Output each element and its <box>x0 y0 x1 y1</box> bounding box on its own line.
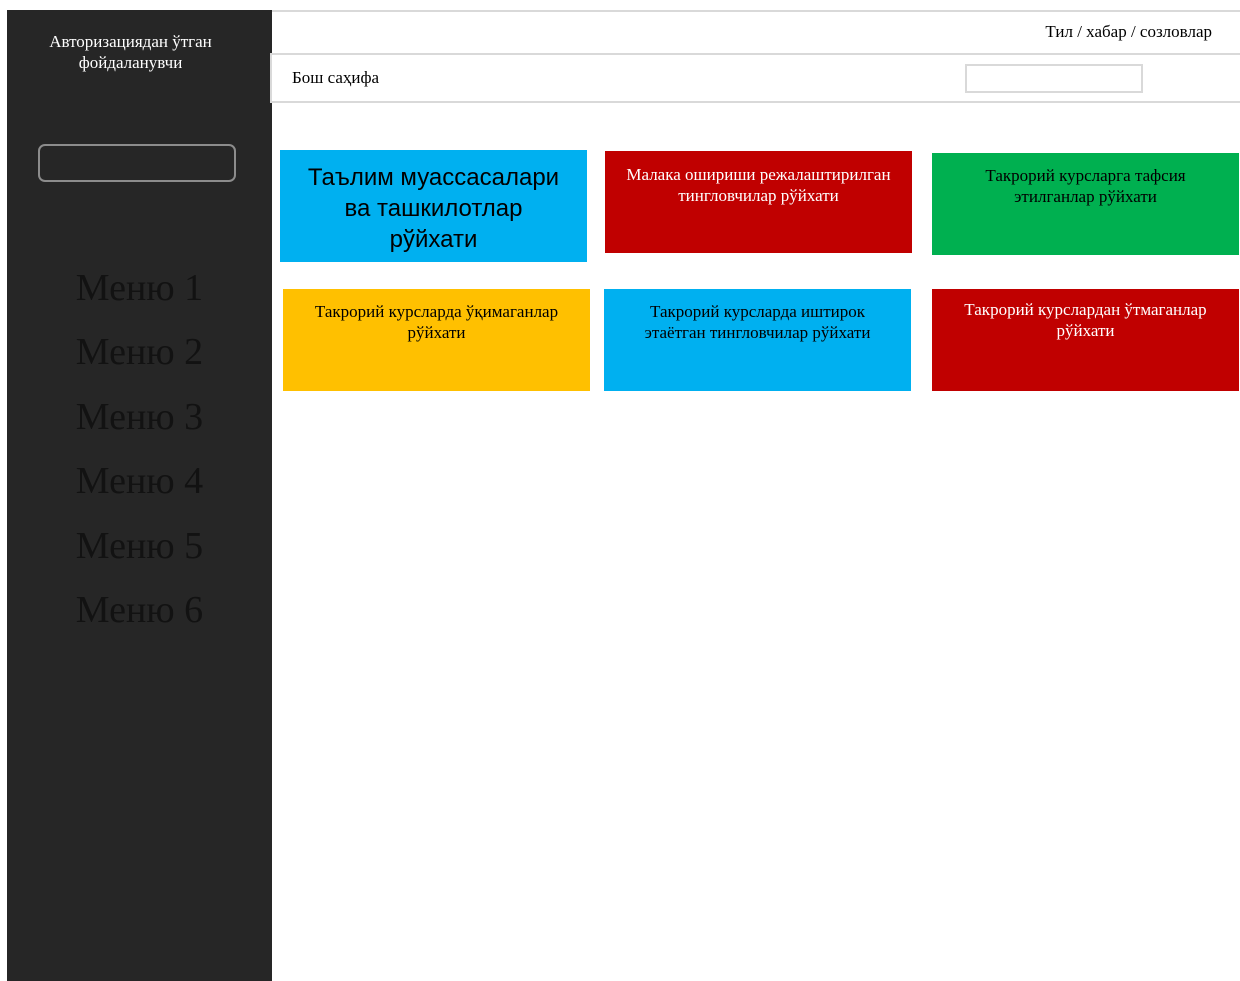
sidebar-item-menu-1[interactable]: Меню 1 <box>7 266 272 310</box>
sidebar-item-menu-4[interactable]: Меню 4 <box>7 459 272 503</box>
page: Авторизациядан ўтган фойдаланувчи Меню 1… <box>0 0 1240 981</box>
tile-not-studied-repeat-courses[interactable]: Такрорий курсларда ўқимаганлар рўйхати <box>283 289 590 391</box>
sidebar-item-menu-3[interactable]: Меню 3 <box>7 395 272 439</box>
sidebar-search-input[interactable] <box>38 144 236 182</box>
user-label: Авторизациядан ўтган фойдаланувчи <box>49 32 212 72</box>
tile-failed-repeat-courses[interactable]: Такрорий курслардан ўтмаганлар рўйхати <box>932 289 1239 391</box>
breadcrumb: Бош саҳифа <box>270 53 1240 103</box>
sidebar-item-menu-5[interactable]: Меню 5 <box>7 524 272 568</box>
tile-education-institutions[interactable]: Таълим муассасалари ва ташкилотлар рўйха… <box>280 150 587 262</box>
top-divider <box>272 10 1240 12</box>
sidebar-item-menu-2[interactable]: Меню 2 <box>7 330 272 374</box>
tile-planned-trainees[interactable]: Малака ошириши режалаштирилган тингловчи… <box>605 151 912 253</box>
tile-participating-trainees[interactable]: Такрорий курсларда иштирок этаётган тинг… <box>604 289 911 391</box>
tile-recommended-repeat-courses[interactable]: Такрорий курсларга тафсия этилганлар рўй… <box>932 153 1239 255</box>
search-input[interactable] <box>965 64 1143 93</box>
page-title: Бош саҳифа <box>292 68 380 87</box>
sidebar-item-menu-6[interactable]: Меню 6 <box>7 588 272 632</box>
header-links[interactable]: Тил / хабар / созловлар <box>1045 22 1212 42</box>
sidebar: Авторизациядан ўтган фойдаланувчи Меню 1… <box>7 10 272 981</box>
